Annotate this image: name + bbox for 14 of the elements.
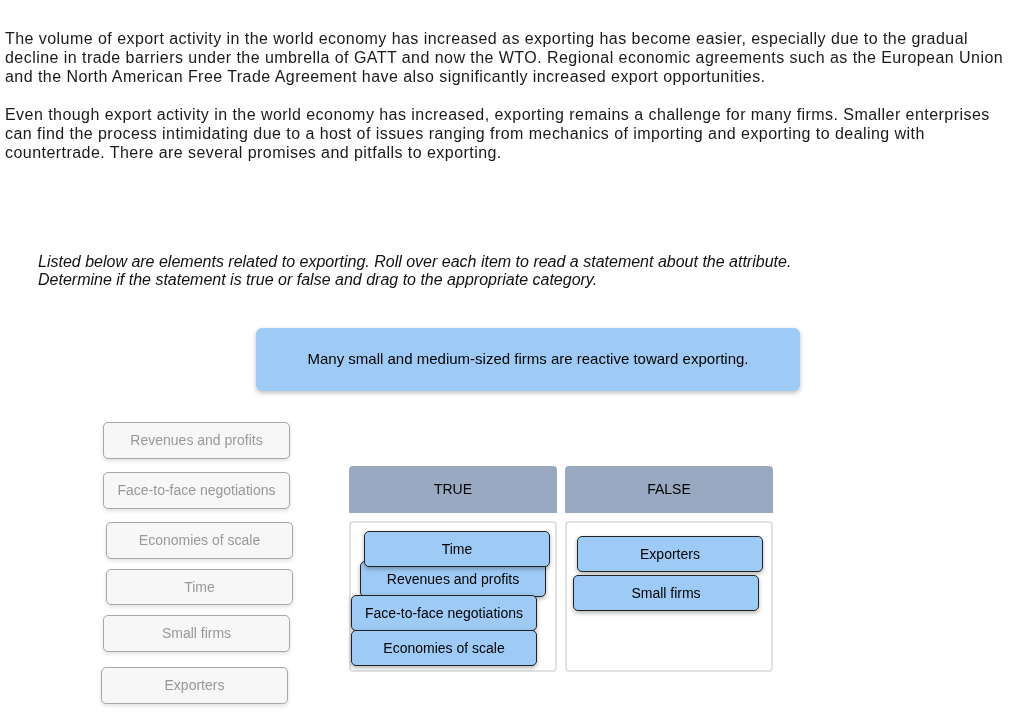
statement-card: Many small and medium-sized firms are reactive toward exporting. [256,328,800,391]
category-header: TRUE [349,466,557,513]
drag-item[interactable]: Small firms [573,575,759,611]
instruction-text: Listed below are elements related to exporting. Roll over each item to read a statement about the attribute. [38,253,792,271]
category-header: FALSE [565,466,773,513]
drag-item[interactable]: Face-to-face negotiations [351,595,537,631]
drop-zone[interactable]: Exporters Small firms [565,521,773,672]
drag-item[interactable]: Exporters [577,536,763,572]
drop-zone[interactable]: Time Revenues and profits Face-to-face negotiations Economies of scale [349,521,557,672]
instruction-text: Determine if the statement is true or false and drag to the appropriate category. [38,271,598,289]
drag-item[interactable]: Time [364,531,550,567]
passage-paragraph: The volume of export activity in the world economy has increased as exporting has become easier, especially due to the gradual decline in trade barriers under the umbrella of GATT and now the WTO. Regional economic agreements such as the European Union and the North American Free Trade Agreement have also significantly increased export opportunities. [5,29,1005,86]
passage-paragraph: Even though export activity in the world economy has increased, exporting remains a challenge for many firms. Smaller enterprises can find the process intimidating due to a host of issues ranging from mechanics of importing and exporting to dealing with countertrade. There are several promises and pitfalls to exporting. [5,105,991,162]
drag-item[interactable]: Economies of scale [351,630,537,666]
